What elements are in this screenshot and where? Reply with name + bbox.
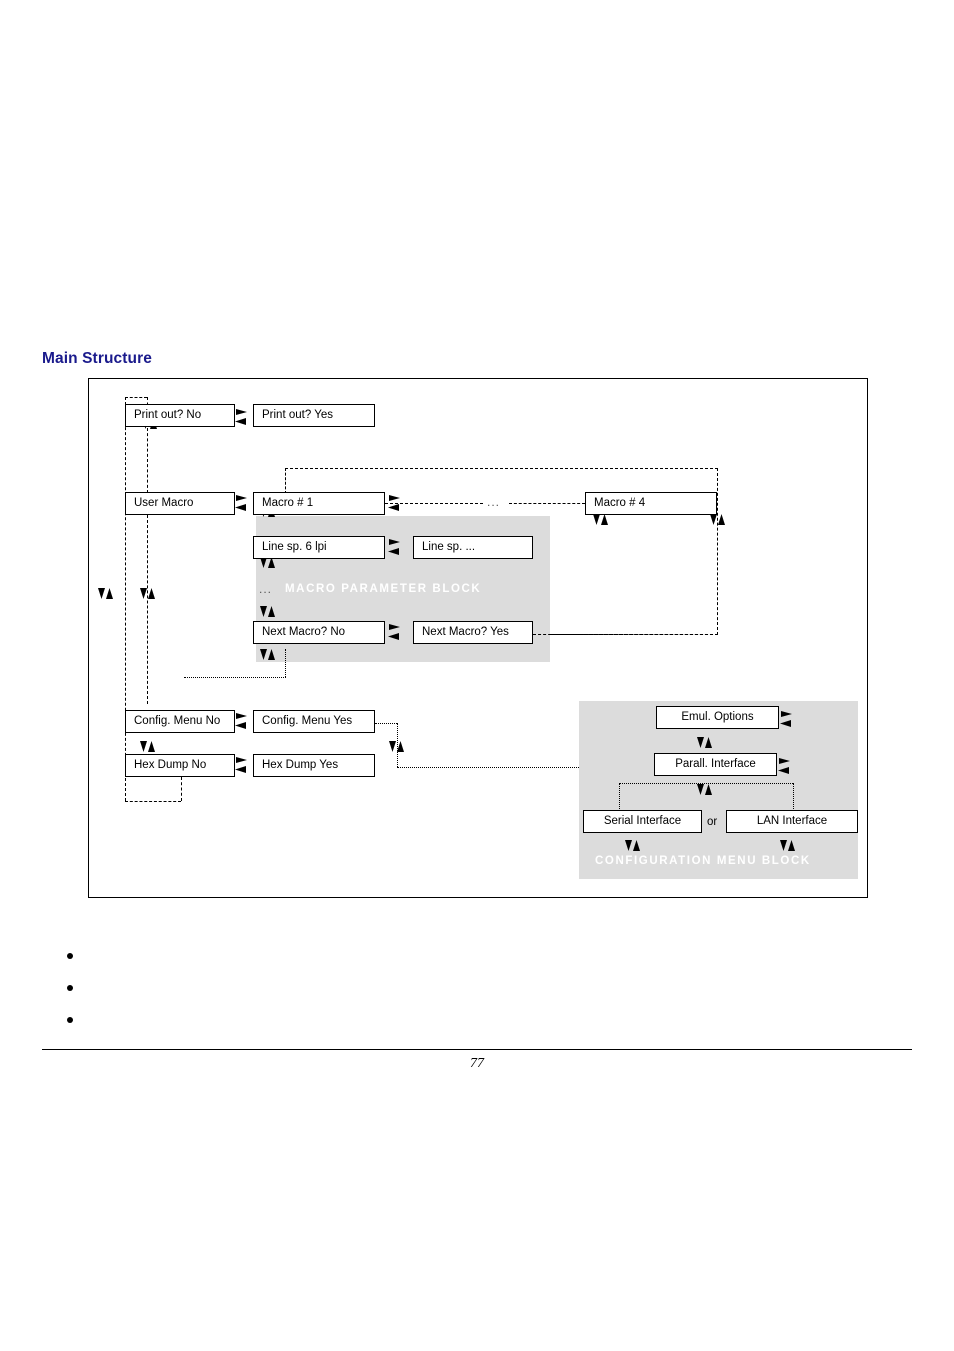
menu-box-hex-dump-no[interactable]: Hex Dump No: [125, 754, 235, 777]
up-down-arrow-icon: [139, 587, 157, 600]
macro-parameter-block-caption: MACRO PARAMETER BLOCK: [285, 583, 482, 595]
menu-box-line-sp-etc[interactable]: Line sp. ...: [413, 536, 533, 559]
bullet-point-icon: [67, 1017, 73, 1023]
connector-usermacro-to-config: [147, 515, 148, 704]
menu-box-macro-4[interactable]: Macro # 4: [585, 492, 717, 515]
connector-nextmacro-no-left: [184, 677, 286, 678]
left-right-arrow-icon: [779, 709, 793, 729]
menu-box-parall-interface[interactable]: Parall. Interface: [654, 753, 777, 776]
connector-dots-to-macro4: [509, 503, 585, 504]
connector-macro-rail-left-riser: [285, 468, 286, 494]
menu-box-macro-1[interactable]: Macro # 1: [253, 492, 385, 515]
connector-configyes-to-block: [397, 767, 579, 768]
menu-box-config-menu-no[interactable]: Config. Menu No: [125, 710, 235, 733]
connector-macro-rail-top: [285, 468, 718, 469]
footer-divider: [42, 1049, 912, 1050]
menu-box-next-macro-yes[interactable]: Next Macro? Yes: [413, 621, 533, 644]
bullet-point-icon: [67, 953, 73, 959]
connector-printout-to-usermacro: [147, 428, 148, 493]
connector-left-outer-bottom: [125, 801, 181, 802]
list-item: [60, 945, 880, 977]
up-down-arrow-icon: [696, 736, 714, 749]
configuration-menu-block-caption: CONFIGURATION MENU BLOCK: [595, 855, 811, 867]
up-down-arrow-icon: [97, 587, 115, 600]
connector-lan-riser: [793, 783, 794, 811]
left-right-arrow-icon: [234, 711, 248, 731]
menu-box-serial-interface[interactable]: Serial Interface: [583, 810, 702, 833]
left-right-arrow-icon: [234, 755, 248, 775]
left-right-arrow-icon: [387, 493, 401, 513]
up-down-arrow-icon: [259, 605, 277, 618]
left-right-arrow-icon: [387, 537, 401, 557]
page-title: Main Structure: [42, 350, 152, 367]
connector-left-outer-bottom-stub: [181, 777, 182, 801]
connector-serial-riser: [619, 783, 620, 811]
menu-box-config-menu-yes[interactable]: Config. Menu Yes: [253, 710, 375, 733]
list-item: [60, 977, 880, 1009]
connector-macro-rail-right-riser: [717, 468, 718, 635]
menu-box-line-sp-6lpi[interactable]: Line sp. 6 lpi: [253, 536, 385, 559]
connector-configyes-stub: [375, 723, 397, 724]
menu-box-lan-interface[interactable]: LAN Interface: [726, 810, 858, 833]
bullet-list: [60, 945, 880, 1041]
label-or: or: [707, 816, 718, 828]
up-down-arrow-icon: [696, 783, 714, 796]
connector-interface-split-rail: [619, 783, 793, 784]
left-right-arrow-icon: [387, 622, 401, 642]
left-right-arrow-icon: [777, 756, 791, 776]
menu-box-print-out-no[interactable]: Print out? No: [125, 404, 235, 427]
menu-box-emul-options[interactable]: Emul. Options: [656, 706, 779, 729]
bullet-point-icon: [67, 985, 73, 991]
up-down-arrow-icon: [388, 740, 406, 753]
list-item: [60, 1009, 880, 1041]
left-right-arrow-icon: [234, 493, 248, 513]
menu-box-next-macro-no[interactable]: Next Macro? No: [253, 621, 385, 644]
main-structure-diagram: Print out? No Print out? Yes User Macro …: [88, 378, 868, 898]
up-down-arrow-icon: [624, 839, 642, 852]
menu-box-print-out-yes[interactable]: Print out? Yes: [253, 404, 375, 427]
ellipsis-macro-params: ...: [259, 582, 273, 596]
connector-left-outer-vertical: [125, 397, 126, 801]
connector-nextmacro-no-down: [285, 649, 286, 677]
connector-left-outer-top: [125, 397, 147, 398]
menu-box-hex-dump-yes[interactable]: Hex Dump Yes: [253, 754, 375, 777]
up-down-arrow-icon: [259, 648, 277, 661]
menu-box-user-macro[interactable]: User Macro: [125, 492, 235, 515]
page-number: 77: [470, 1056, 484, 1071]
up-down-arrow-icon: [779, 839, 797, 852]
left-right-arrow-icon: [234, 407, 248, 427]
connector-nextmacro-yes-to-rail: [533, 634, 718, 635]
ellipsis-macro-chain: ...: [487, 495, 501, 509]
up-down-arrow-icon: [139, 740, 157, 753]
